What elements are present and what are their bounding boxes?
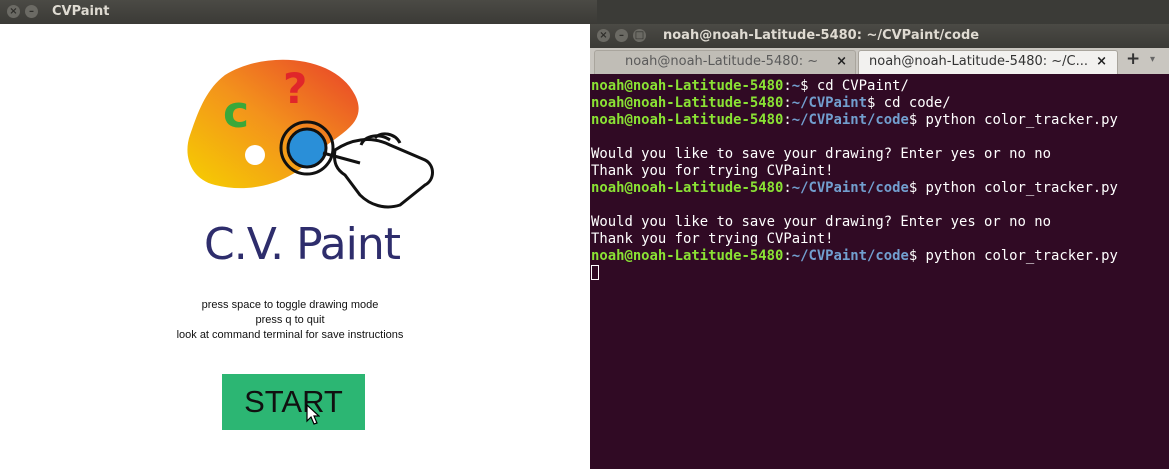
terminal-window-title: noah@noah-Latitude-5480: ~/CVPaint/code xyxy=(663,28,980,43)
terminal-tab-bar: noah@noah-Latitude-5480: ~ × noah@noah-L… xyxy=(590,48,1169,75)
tab-label: noah@noah-Latitude-5480: ~ xyxy=(625,54,819,69)
output-text: Thank you for trying CVPaint! xyxy=(591,163,834,179)
prompt-path: ~/CVPaint xyxy=(791,95,868,111)
tab-label: noah@noah-Latitude-5480: ~/C... xyxy=(869,54,1089,69)
command-text: $ python color_tracker.py xyxy=(908,112,1118,128)
prompt-user: noah@noah-Latitude-5480 xyxy=(591,95,784,111)
prompt-path: ~/CVPaint/code xyxy=(791,112,909,128)
terminal-output: noah@noah-Latitude-5480:~$ cd CVPaint/no… xyxy=(591,78,1167,282)
tab-menu-icon[interactable]: ▾ xyxy=(1150,54,1155,65)
terminal-line: noah@noah-Latitude-5480:~/CVPaint/code$ … xyxy=(591,248,1167,265)
prompt-path: ~/CVPaint/code xyxy=(791,248,909,264)
logo-question-glyph: ? xyxy=(283,64,307,113)
close-window-icon[interactable]: × xyxy=(597,29,610,42)
prompt-separator: : xyxy=(783,112,792,128)
prompt-path: ~ xyxy=(791,78,801,94)
logo-c-glyph: c xyxy=(223,87,249,138)
mouse-pointer-icon xyxy=(306,404,320,425)
minimize-window-icon[interactable]: – xyxy=(25,5,38,18)
cvpaint-window: × – CVPaint c ? C.V. Paint press space t… xyxy=(0,0,597,469)
close-tab-icon[interactable]: × xyxy=(1096,51,1107,73)
instruction-line-2: press q to quit xyxy=(255,314,325,326)
output-text: Would you like to save your drawing? Ent… xyxy=(591,214,1051,230)
terminal-titlebar[interactable]: × – □ noah@noah-Latitude-5480: ~/CVPaint… xyxy=(590,24,1169,48)
terminal-line: noah@noah-Latitude-5480:~$ cd CVPaint/ xyxy=(591,78,1167,95)
terminal-line: noah@noah-Latitude-5480:~/CVPaint$ cd co… xyxy=(591,95,1167,112)
terminal-cursor xyxy=(591,265,599,280)
prompt-user: noah@noah-Latitude-5480 xyxy=(591,78,784,94)
prompt-user: noah@noah-Latitude-5480 xyxy=(591,180,784,196)
instruction-line-1: press space to toggle drawing mode xyxy=(201,299,379,311)
command-text: $ cd code/ xyxy=(867,95,951,111)
command-text: $ cd CVPaint/ xyxy=(800,78,909,94)
close-tab-icon[interactable]: × xyxy=(836,51,847,73)
output-text: Thank you for trying CVPaint! xyxy=(591,231,834,247)
terminal-line: Thank you for trying CVPaint! xyxy=(591,231,1167,248)
command-text: $ python color_tracker.py xyxy=(908,248,1118,264)
prompt-separator: : xyxy=(783,95,792,111)
close-window-icon[interactable]: × xyxy=(7,5,20,18)
terminal-line: Would you like to save your drawing? Ent… xyxy=(591,146,1167,163)
command-text: $ python color_tracker.py xyxy=(908,180,1118,196)
prompt-user: noah@noah-Latitude-5480 xyxy=(591,248,784,264)
prompt-user: noah@noah-Latitude-5480 xyxy=(591,112,784,128)
terminal-line: noah@noah-Latitude-5480:~/CVPaint/code$ … xyxy=(591,180,1167,197)
terminal-line: Thank you for trying CVPaint! xyxy=(591,163,1167,180)
palette-logo-icon: c ? xyxy=(187,59,434,209)
start-button[interactable]: START xyxy=(222,374,365,430)
tab-home[interactable]: noah@noah-Latitude-5480: ~ × xyxy=(594,50,856,74)
minimize-window-icon[interactable]: – xyxy=(615,29,628,42)
app-title: C.V. Paint xyxy=(204,219,401,270)
instruction-line-3: look at command terminal for save instru… xyxy=(176,329,404,341)
tab-cvpaint-code[interactable]: noah@noah-Latitude-5480: ~/C... × xyxy=(858,50,1118,74)
cvpaint-titlebar[interactable]: × – CVPaint xyxy=(0,0,597,24)
output-text: Would you like to save your drawing? Ent… xyxy=(591,146,1051,162)
maximize-window-icon[interactable]: □ xyxy=(633,29,646,42)
prompt-separator: : xyxy=(783,248,792,264)
prompt-separator: : xyxy=(783,180,792,196)
prompt-separator: : xyxy=(783,78,792,94)
window-title: CVPaint xyxy=(52,4,110,19)
new-tab-icon[interactable]: + xyxy=(1126,49,1140,69)
terminal-line: Would you like to save your drawing? Ent… xyxy=(591,214,1167,231)
terminal-line: noah@noah-Latitude-5480:~/CVPaint/code$ … xyxy=(591,112,1167,129)
terminal-line xyxy=(591,265,1167,282)
prompt-path: ~/CVPaint/code xyxy=(791,180,909,196)
